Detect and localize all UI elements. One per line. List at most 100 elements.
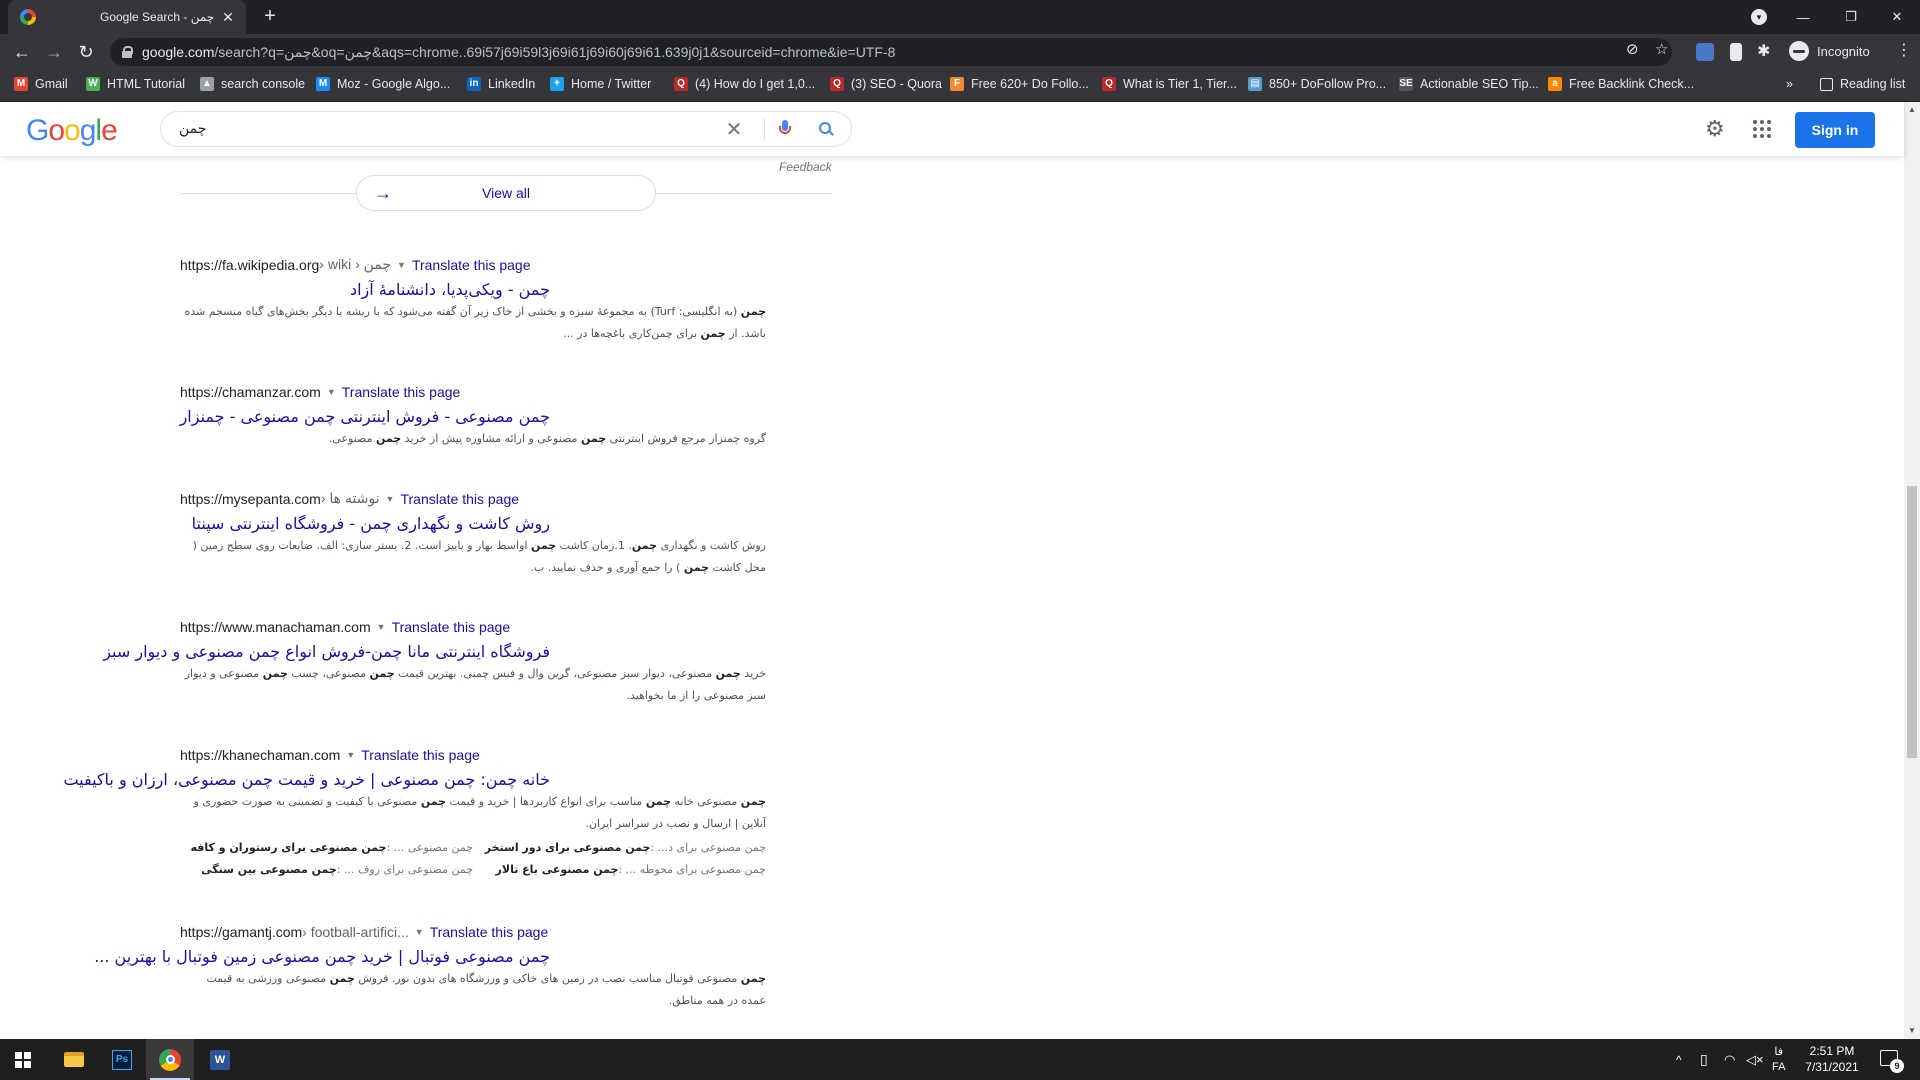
microphone-icon[interactable] xyxy=(779,120,791,138)
close-tab-button[interactable]: ✕ xyxy=(220,9,236,26)
bookmarks-overflow-button[interactable]: » xyxy=(1786,77,1793,91)
translate-link[interactable]: Translate this page xyxy=(400,491,519,507)
lock-icon[interactable] xyxy=(122,46,133,58)
result-snippet: روش کاشت و نگهداری چمن. 1.زمان کاشت چمن … xyxy=(192,539,766,574)
speaker-icon[interactable]: ◁× xyxy=(1746,1039,1764,1080)
bookmark-item[interactable]: SE Actionable SEO Tip... xyxy=(1399,77,1539,91)
scroll-thumb[interactable] xyxy=(1907,486,1917,758)
reload-button[interactable]: ↻ xyxy=(74,40,98,64)
bookmark-item[interactable]: Q (3) SEO - Quora xyxy=(830,77,942,91)
bookmark-item[interactable]: Q What is Tier 1, Tier... xyxy=(1102,77,1237,91)
bookmark-label: Gmail xyxy=(35,77,68,91)
search-box[interactable]: چمن ✕ xyxy=(160,111,852,147)
bookmark-item[interactable]: M Gmail xyxy=(14,77,68,91)
bookmark-label: LinkedIn xyxy=(488,77,536,91)
bookmark-item[interactable]: F Free 620+ Do Follo... xyxy=(950,77,1089,91)
windows-start-icon[interactable] xyxy=(15,1052,31,1068)
clear-search-icon[interactable]: ✕ xyxy=(722,117,746,142)
language-indicator[interactable]: فا FA xyxy=(1772,1039,1785,1080)
search-icon[interactable] xyxy=(819,122,833,136)
bookmark-item[interactable]: a Free Backlink Check... xyxy=(1548,77,1694,91)
restore-button[interactable]: ❐ xyxy=(1828,0,1874,34)
settings-gear-icon[interactable]: ⚙ xyxy=(1705,118,1727,140)
sign-in-button[interactable]: Sign in xyxy=(1795,112,1875,148)
blocked-cookie-icon[interactable]: ⊘ xyxy=(1626,40,1639,58)
chrome-menu-icon[interactable]: ⋮ xyxy=(1896,40,1912,60)
bookmark-item[interactable]: M Moz - Google Algo... xyxy=(316,77,450,91)
tray-overflow-chevron-icon[interactable]: ^ xyxy=(1676,1039,1682,1080)
google-apps-icon[interactable] xyxy=(1753,120,1771,138)
translate-link[interactable]: Translate this page xyxy=(342,384,461,400)
wifi-icon[interactable]: ◠ xyxy=(1724,1039,1735,1080)
result-url[interactable]: https://fa.wikipedia.org › wiki › چمن ▼ Tr… xyxy=(180,256,780,273)
search-result: https://khanechaman.com ▼ Translate this p… xyxy=(63,747,780,881)
minimize-button[interactable]: — xyxy=(1780,0,1826,34)
extension-icon[interactable] xyxy=(1730,43,1742,61)
forward-button[interactable]: → xyxy=(42,40,66,64)
sitelink[interactable]: چمن مصنوعی برای روف ... :چمن مصنوعی بین … xyxy=(180,859,473,881)
result-url[interactable]: https://gamantj.com › football-artifici.… xyxy=(180,924,780,940)
taskbar-photoshop[interactable]: Ps xyxy=(98,1039,146,1080)
translate-link[interactable]: Translate this page xyxy=(412,257,531,273)
sitelink[interactable]: چمن مصنوعی ... :چمن مصنوعی برای رستوران … xyxy=(180,837,473,859)
scroll-up-arrow-icon[interactable]: ▲ xyxy=(1904,102,1920,118)
result-breadcrumb: › نوشته ها xyxy=(320,490,380,506)
battery-icon[interactable]: ▯ xyxy=(1700,1039,1708,1080)
result-menu-caret-icon[interactable]: ▼ xyxy=(327,387,336,397)
result-menu-caret-icon[interactable]: ▼ xyxy=(346,750,355,760)
taskbar-word[interactable]: W xyxy=(196,1039,244,1080)
feedback-link[interactable]: Feedback xyxy=(779,160,832,174)
bookmark-item[interactable]: in LinkedIn xyxy=(467,77,535,91)
close-window-button[interactable]: ✕ xyxy=(1874,0,1920,34)
clock-time: 2:51 PM xyxy=(1809,1044,1855,1058)
result-title-link[interactable]: روش کاشت و نگهداری چمن - فروشگاه اینترنت… xyxy=(180,514,550,533)
taskbar-file-explorer[interactable] xyxy=(50,1039,98,1080)
back-button[interactable]: ← xyxy=(10,40,34,64)
translate-link[interactable]: Translate this page xyxy=(430,924,549,940)
page-scrollbar[interactable]: ▲ ▼ xyxy=(1904,102,1920,1039)
puzzle-extensions-icon[interactable]: ✱ xyxy=(1757,43,1775,61)
new-tab-button[interactable]: + xyxy=(258,5,282,28)
result-url[interactable]: https://www.manachaman.com ▼ Translate thi… xyxy=(180,619,780,635)
bookmark-item[interactable]: ▤ 850+ DoFollow Pro... xyxy=(1248,77,1386,91)
bookmark-item[interactable]: W HTML Tutorial xyxy=(86,77,185,91)
sitelink[interactable]: چمن مصنوعی برای محوطه ... :چمن مصنوعی با… xyxy=(473,859,766,881)
sitelink[interactable]: چمن مصنوعی برای د... :چمن مصنوعی برای دو… xyxy=(473,837,766,859)
bookmark-item[interactable]: Q (4) How do I get 1,0... xyxy=(674,77,815,91)
result-title-link[interactable]: چمن مصنوعی - فروش اینترنتی چمن مصنوعی - … xyxy=(180,407,550,426)
result-title-link[interactable]: خانه چمن: چمن مصنوعی | خرید و قیمت چمن م… xyxy=(63,770,550,789)
search-result: https://fa.wikipedia.org › wiki › چمن ▼ Tr… xyxy=(180,256,780,345)
result-menu-caret-icon[interactable]: ▼ xyxy=(377,622,386,632)
result-snippet: گروه چمنزار مرجع فروش اینترنتی چمن مصنوع… xyxy=(328,432,766,445)
result-menu-caret-icon[interactable]: ▼ xyxy=(386,494,395,504)
incognito-profile[interactable]: Incognito xyxy=(1789,41,1870,61)
result-url[interactable]: https://khanechaman.com ▼ Translate this p… xyxy=(180,747,780,763)
bookmark-label: Free 620+ Do Follo... xyxy=(971,77,1089,91)
taskbar-clock[interactable]: 2:51 PM 7/31/2021 xyxy=(1794,1043,1870,1075)
result-menu-caret-icon[interactable]: ▼ xyxy=(415,927,424,937)
translate-link[interactable]: Translate this page xyxy=(361,747,480,763)
bookmark-item[interactable]: ▲ search console xyxy=(200,77,305,91)
search-input[interactable]: چمن xyxy=(179,121,722,137)
taskbar-chrome[interactable] xyxy=(146,1039,194,1080)
google-logo[interactable]: Google xyxy=(26,114,118,148)
translate-link[interactable]: Translate this page xyxy=(392,619,511,635)
scroll-down-arrow-icon[interactable]: ▼ xyxy=(1904,1023,1920,1039)
result-url[interactable]: https://chamanzar.com ▼ Translate this pag… xyxy=(180,384,780,400)
site-icon: F xyxy=(950,77,964,91)
bookmark-item[interactable]: ✦ Home / Twitter xyxy=(550,77,651,91)
bookmark-label: HTML Tutorial xyxy=(107,77,186,91)
view-all-button[interactable]: → View all xyxy=(356,175,656,211)
bookmark-star-icon[interactable]: ☆ xyxy=(1655,40,1668,58)
result-url[interactable]: https://mysepanta.com › نوشته ها ▼ Transla… xyxy=(180,490,780,507)
address-bar[interactable]: google.com/search?q=چمن&oq=چمن&aqs=chrom… xyxy=(110,38,1672,66)
tab-search-icon[interactable]: ▾ xyxy=(1751,9,1767,25)
browser-tab[interactable]: Google Search - چمن ✕ xyxy=(8,0,246,34)
translate-extension-icon[interactable] xyxy=(1696,43,1714,61)
reading-list-button[interactable]: Reading list xyxy=(1820,77,1905,91)
result-title-link[interactable]: چمن - ویکی‌پدیا، دانشنامهٔ آزاد xyxy=(180,280,550,299)
result-snippet: چمن مصنوعی خانه چمن مناسب برای انواع کار… xyxy=(193,795,766,830)
result-menu-caret-icon[interactable]: ▼ xyxy=(397,260,406,270)
result-title-link[interactable]: چمن مصنوعی فوتبال | خرید چمن مصنوعی زمین… xyxy=(94,947,550,966)
result-title-link[interactable]: فروشگاه اینترنتی مانا چمن-فروش انواع چمن… xyxy=(103,642,550,661)
